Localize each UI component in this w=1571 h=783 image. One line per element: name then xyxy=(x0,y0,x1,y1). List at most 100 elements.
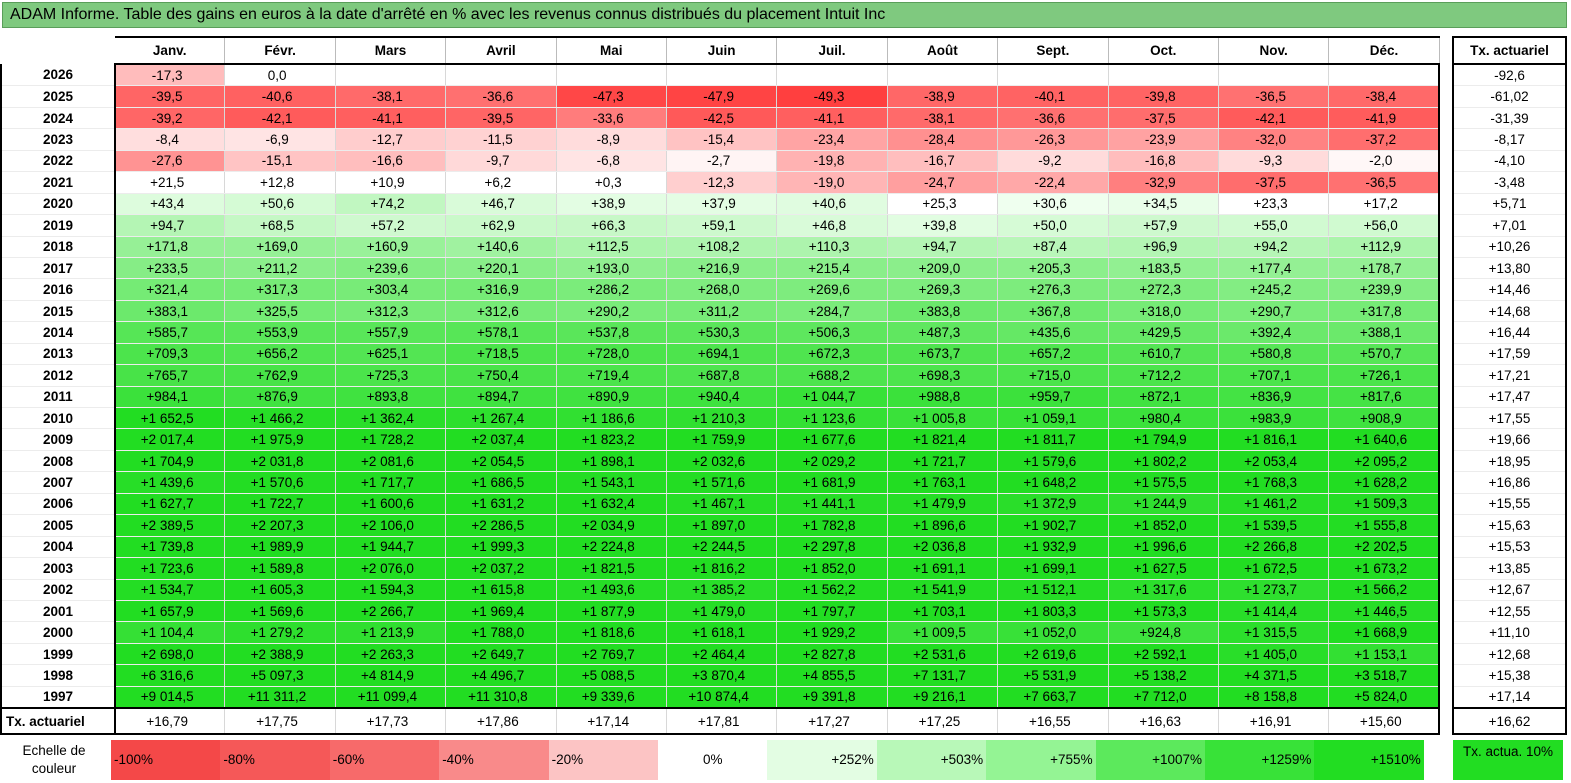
value-cell: +2 592,1 xyxy=(1108,643,1219,666)
value-cell: +9 391,8 xyxy=(776,686,888,709)
row-year: 2002 xyxy=(0,579,116,601)
value-cell: -38,1 xyxy=(887,107,999,130)
value-cell: +959,7 xyxy=(997,386,1109,409)
table-row: 2013 +709,3 +656,2 +625,1 +718,5 +728,0 +694,1… xyxy=(0,343,1441,366)
actuarial-value: +17,14 xyxy=(1452,686,1567,709)
footer-value: +16,63 xyxy=(1108,707,1219,736)
row-year: 2000 xyxy=(0,621,116,644)
value-cell: +715,0 xyxy=(997,364,1109,387)
value-cell: +1 677,6 xyxy=(776,428,888,451)
value-cell: -9,7 xyxy=(445,150,557,173)
value-cell: -42,5 xyxy=(666,107,778,130)
value-cell: -8,4 xyxy=(115,128,226,151)
value-cell: +1 823,2 xyxy=(556,428,667,451)
value-cell: +2 698,0 xyxy=(115,643,226,666)
value-cell: +1 566,2 xyxy=(1328,579,1441,601)
row-year: 2020 xyxy=(0,193,116,216)
value-cell: +1 721,7 xyxy=(887,450,999,473)
value-cell: +6,2 xyxy=(445,171,557,194)
value-cell: +5 097,3 xyxy=(224,664,336,687)
value-cell: -36,6 xyxy=(997,107,1109,130)
value-cell: -6,9 xyxy=(224,128,336,151)
legend-swatch: -80% xyxy=(220,740,330,780)
table-row: 2012 +765,7 +762,9 +725,3 +750,4 +719,4 +687,8… xyxy=(0,364,1441,387)
value-cell: +34,5 xyxy=(1108,193,1219,216)
value-cell: +2 769,7 xyxy=(556,643,667,666)
value-cell: +1 896,6 xyxy=(887,514,999,537)
value-cell: -42,1 xyxy=(1218,107,1330,130)
actuarial-value: +15,55 xyxy=(1452,493,1567,516)
value-cell: +209,0 xyxy=(887,257,999,280)
value-cell: +750,4 xyxy=(445,364,557,387)
column-header: Janv. xyxy=(115,36,226,65)
row-year: 2005 xyxy=(0,514,116,537)
value-cell: +1 385,2 xyxy=(666,579,778,601)
column-header: Juil. xyxy=(776,36,888,65)
value-cell: +269,3 xyxy=(887,278,999,301)
value-cell: -6,8 xyxy=(556,150,667,173)
value-cell: +62,9 xyxy=(445,214,557,237)
value-cell: -37,2 xyxy=(1328,128,1441,151)
value-cell: +311,2 xyxy=(666,300,778,323)
value-cell: +17,2 xyxy=(1328,193,1441,216)
value-cell: +57,9 xyxy=(1108,214,1219,237)
value-cell: +2 017,4 xyxy=(115,428,226,451)
value-cell: +553,9 xyxy=(224,321,336,344)
gains-table: Janv. Févr. Mars Avril Mai Juin Juil. Août Sept.… xyxy=(0,36,1441,736)
value-cell: -23,9 xyxy=(1108,128,1219,151)
value-cell: -32,0 xyxy=(1218,128,1330,151)
value-cell: +1 605,3 xyxy=(224,579,336,601)
value-cell: +725,3 xyxy=(335,364,447,387)
value-cell: +94,7 xyxy=(887,236,999,258)
actuarial-value: -92,6 xyxy=(1452,64,1567,87)
value-cell: -22,4 xyxy=(997,171,1109,194)
row-year: 1998 xyxy=(0,664,116,687)
table-row: 1999 +2 698,0 +2 388,9 +2 263,3 +2 649,7 +2 7… xyxy=(0,643,1441,666)
table-row: 2011 +984,1 +876,9 +893,8 +894,7 +890,9 +940,4… xyxy=(0,386,1441,409)
footer-value: +17,27 xyxy=(776,707,888,736)
footer-value: +17,25 xyxy=(887,707,999,736)
table-row: 2004 +1 739,8 +1 989,9 +1 944,7 +1 999,3 +2 2… xyxy=(0,536,1441,559)
actuarial-value: +16,86 xyxy=(1452,471,1567,494)
value-cell: +6 316,6 xyxy=(115,664,226,687)
value-cell: +4 371,5 xyxy=(1218,664,1330,687)
value-cell: +1 541,9 xyxy=(887,579,999,601)
value-cell: +2 054,5 xyxy=(445,450,557,473)
value-cell: +429,5 xyxy=(1108,321,1219,344)
value-cell: +11 310,8 xyxy=(445,686,557,709)
value-cell: +66,3 xyxy=(556,214,667,237)
row-year: 2015 xyxy=(0,300,116,323)
value-cell: -33,6 xyxy=(556,107,667,130)
value-cell: +7 712,0 xyxy=(1108,686,1219,709)
value-cell: +1 461,2 xyxy=(1218,493,1330,516)
value-cell: +5 824,0 xyxy=(1328,686,1441,709)
value-cell: +1 273,7 xyxy=(1218,579,1330,601)
value-cell: +890,9 xyxy=(556,386,667,409)
value-cell: +1 628,2 xyxy=(1328,471,1441,494)
value-cell: +4 496,7 xyxy=(445,664,557,687)
value-cell: +220,1 xyxy=(445,257,557,280)
value-cell: +530,3 xyxy=(666,321,778,344)
value-cell: +585,7 xyxy=(115,321,226,344)
value-cell: +2 388,9 xyxy=(224,643,336,666)
value-cell: +30,6 xyxy=(997,193,1109,216)
footer-value: +17,73 xyxy=(335,707,447,736)
table-row: 2023 -8,4 -6,9 -12,7 -11,5 -8,9 -15,4 -23,4 -28,… xyxy=(0,128,1441,151)
value-cell xyxy=(1108,64,1219,87)
value-cell: +7 131,7 xyxy=(887,664,999,687)
value-cell: +1 543,1 xyxy=(556,471,667,494)
value-cell: +317,8 xyxy=(1328,300,1441,323)
value-cell: +1 589,8 xyxy=(224,557,336,580)
legend-swatch: 0% xyxy=(658,740,768,780)
value-cell: +205,3 xyxy=(997,257,1109,280)
value-cell xyxy=(997,64,1109,87)
value-cell: +2 106,0 xyxy=(335,514,447,537)
column-header: Oct. xyxy=(1108,36,1219,65)
value-cell: +211,2 xyxy=(224,257,336,280)
value-cell: +836,9 xyxy=(1218,386,1330,409)
value-cell: +383,1 xyxy=(115,300,226,323)
value-cell: +2 034,9 xyxy=(556,514,667,537)
row-year: 2010 xyxy=(0,407,116,430)
value-cell: +1 594,3 xyxy=(335,579,447,601)
value-cell: +1 996,6 xyxy=(1108,536,1219,559)
